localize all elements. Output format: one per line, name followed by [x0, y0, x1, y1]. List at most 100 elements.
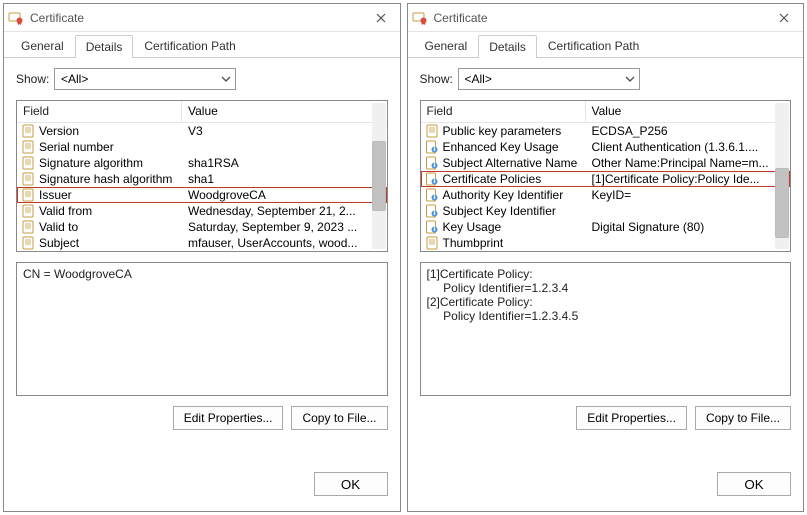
fields-listbox[interactable]: Field Value Public key parameters ECDSA_P…	[420, 100, 792, 252]
field-icon	[21, 188, 35, 202]
show-filter-row: Show: <All>	[16, 68, 388, 90]
field-name: Serial number	[39, 139, 114, 155]
show-value: <All>	[61, 72, 88, 86]
field-value: Other Name:Principal Name=m...	[586, 155, 791, 171]
field-name: Public key parameters	[443, 123, 562, 139]
field-icon	[425, 236, 439, 250]
dialog-footer: OK	[408, 467, 804, 511]
show-combobox[interactable]: <All>	[54, 68, 236, 90]
field-name: Version	[39, 123, 79, 139]
field-value: [1]Certificate Policy:Policy Ide...	[586, 171, 791, 187]
field-icon	[21, 172, 35, 186]
scroll-thumb[interactable]	[372, 141, 386, 211]
field-name: Subject Key Identifier	[443, 203, 556, 219]
tab-details[interactable]: Details	[478, 35, 537, 58]
list-row[interactable]: Valid fromWednesday, September 21, 2...	[17, 203, 387, 219]
field-icon	[21, 236, 35, 250]
certificate-dialog: Certificate General Details Certificatio…	[3, 3, 401, 512]
header-value[interactable]: Value	[182, 101, 387, 122]
field-value: sha1RSA	[182, 155, 387, 171]
list-row[interactable]: IssuerWoodgroveCA	[17, 187, 387, 203]
window-title: Certificate	[30, 11, 366, 25]
detail-textarea[interactable]: CN = WoodgroveCA	[16, 262, 388, 396]
certificate-dialog: Certificate General Details Certificatio…	[407, 3, 805, 512]
list-row[interactable]: Authority Key Identifier KeyID=	[421, 187, 791, 203]
show-combobox[interactable]: <All>	[458, 68, 640, 90]
list-row[interactable]: Key Usage Digital Signature (80)	[421, 219, 791, 235]
field-name: Signature algorithm	[39, 155, 143, 171]
dialog-body: Show: <All> Field Value Version V3 Serial …	[4, 58, 400, 467]
ok-button[interactable]: OK	[314, 472, 388, 496]
scrollbar[interactable]	[775, 103, 789, 249]
field-name: Valid from	[39, 203, 92, 219]
tab-certification-path[interactable]: Certification Path	[537, 34, 650, 57]
scrollbar[interactable]	[372, 103, 386, 249]
extension-icon	[425, 172, 439, 186]
edit-properties-button[interactable]: Edit Properties...	[576, 406, 687, 430]
field-name: Authority Key Identifier	[443, 187, 564, 203]
fields-listbox[interactable]: Field Value VersionV3Serial numberSignat…	[16, 100, 388, 252]
tab-details[interactable]: Details	[75, 35, 134, 58]
field-value: ECDSA_P256	[586, 123, 791, 139]
field-name: Subject	[39, 235, 79, 251]
dialog-footer: OK	[4, 467, 400, 511]
field-value: Client Authentication (1.3.6.1....	[586, 139, 791, 155]
header-field[interactable]: Field	[17, 101, 182, 122]
list-row[interactable]: Thumbprint	[421, 235, 791, 251]
field-name: Valid to	[39, 219, 78, 235]
titlebar: Certificate	[4, 4, 400, 32]
list-row[interactable]: Subjectmfauser, UserAccounts, wood...	[17, 235, 387, 251]
field-icon	[21, 220, 35, 234]
list-header: Field Value	[17, 101, 387, 123]
ok-button[interactable]: OK	[717, 472, 791, 496]
tab-certification-path[interactable]: Certification Path	[133, 34, 246, 57]
tab-general[interactable]: General	[414, 34, 479, 57]
extension-icon	[425, 156, 439, 170]
list-row[interactable]: Subject Key Identifier	[421, 203, 791, 219]
field-value: KeyID=	[586, 187, 791, 203]
show-label: Show:	[16, 72, 54, 86]
list-row[interactable]: Version V3	[17, 123, 387, 139]
list-row[interactable]: Enhanced Key Usage Client Authentication …	[421, 139, 791, 155]
header-field[interactable]: Field	[421, 101, 586, 122]
close-button[interactable]	[366, 7, 396, 29]
list-row[interactable]: Signature hash algorithmsha1	[17, 171, 387, 187]
copy-to-file-button[interactable]: Copy to File...	[695, 406, 791, 430]
list-body: Version V3 Serial numberSignature algorith…	[17, 123, 387, 251]
field-name: Signature hash algorithm	[39, 171, 172, 187]
copy-to-file-button[interactable]: Copy to File...	[291, 406, 387, 430]
field-name: Key Usage	[443, 219, 502, 235]
extension-icon	[425, 220, 439, 234]
field-icon	[21, 204, 35, 218]
field-value: Digital Signature (80)	[586, 219, 791, 235]
edit-properties-button[interactable]: Edit Properties...	[173, 406, 284, 430]
buttons-row: Edit Properties... Copy to File...	[16, 406, 388, 430]
tab-strip: General Details Certification Path	[4, 32, 400, 58]
extension-icon	[425, 204, 439, 218]
dialog-body: Show: <All> Field Value Public key param…	[408, 58, 804, 467]
list-body: Public key parametersECDSA_P256Enhanced …	[421, 123, 791, 251]
field-icon	[425, 124, 439, 138]
list-row[interactable]: Signature algorithm sha1RSA	[17, 155, 387, 171]
close-button[interactable]	[769, 7, 799, 29]
list-row[interactable]: Public key parameters ECDSA_P256	[421, 123, 791, 139]
titlebar: Certificate	[408, 4, 804, 32]
list-row[interactable]: Serial number	[17, 139, 387, 155]
list-row[interactable]: Certificate Policies[1]Certificate Polic…	[421, 171, 791, 187]
list-row[interactable]: Subject Alternative Name Other Name:Princ…	[421, 155, 791, 171]
window-title: Certificate	[434, 11, 770, 25]
show-label: Show:	[420, 72, 458, 86]
field-name: Enhanced Key Usage	[443, 139, 559, 155]
field-name: Subject Alternative Name	[443, 155, 578, 171]
tab-general[interactable]: General	[10, 34, 75, 57]
field-value: V3	[182, 123, 387, 139]
field-icon	[21, 140, 35, 154]
certificate-icon	[412, 10, 428, 26]
chevron-down-icon	[221, 74, 231, 84]
scroll-thumb[interactable]	[775, 168, 789, 238]
detail-textarea[interactable]: [1]Certificate Policy: Policy Identifier…	[420, 262, 792, 396]
header-value[interactable]: Value	[586, 101, 791, 122]
buttons-row: Edit Properties... Copy to File...	[420, 406, 792, 430]
list-row[interactable]: Valid toSaturday, September 9, 2023 ...	[17, 219, 387, 235]
list-header: Field Value	[421, 101, 791, 123]
